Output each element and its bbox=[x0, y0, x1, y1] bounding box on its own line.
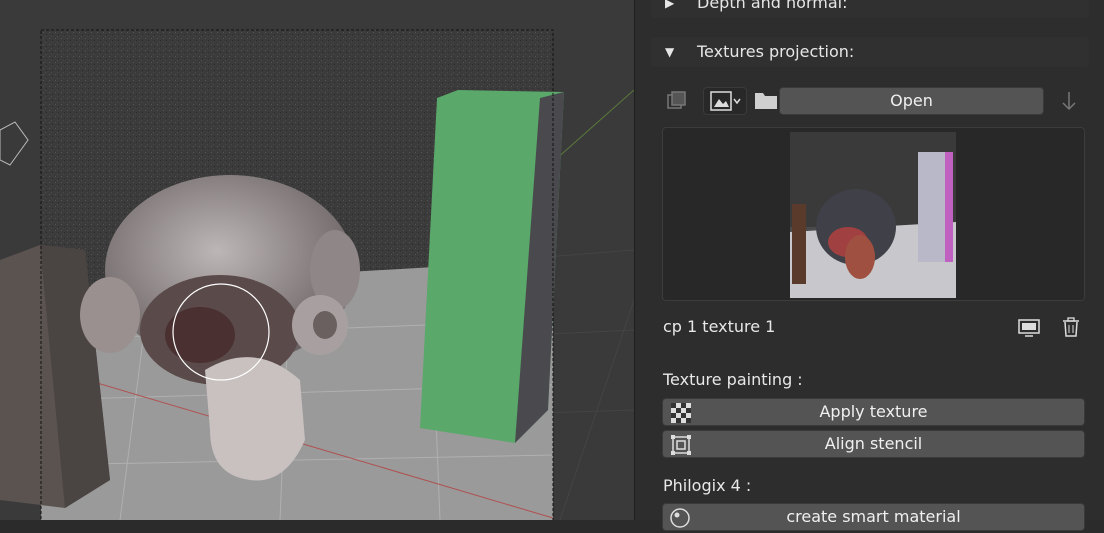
align-stencil-label: Align stencil bbox=[824, 434, 923, 453]
align-stencil-button[interactable]: Align stencil bbox=[662, 430, 1085, 458]
3d-viewport[interactable] bbox=[0, 0, 634, 520]
stencil-icon bbox=[671, 435, 691, 459]
texture-preview-box bbox=[662, 127, 1085, 301]
texture-preview-image[interactable] bbox=[790, 132, 956, 298]
image-type-icon bbox=[710, 91, 744, 115]
section-title: Depth and normal: bbox=[697, 0, 848, 12]
apply-texture-label: Apply texture bbox=[819, 402, 928, 421]
folder-icon[interactable] bbox=[753, 89, 779, 115]
copy-icon[interactable] bbox=[665, 89, 689, 117]
display-icon[interactable] bbox=[1017, 317, 1041, 343]
texture-painting-heading: Texture painting : bbox=[663, 370, 803, 389]
open-button[interactable]: Open bbox=[779, 87, 1044, 115]
collapse-triangle: ▼ bbox=[665, 45, 675, 59]
section-title: Textures projection: bbox=[697, 42, 855, 61]
textures-projection-section-header[interactable]: ▼ Textures projection: bbox=[651, 37, 1089, 67]
philogix-heading: Philogix 4 : bbox=[663, 476, 752, 495]
viewport-scene bbox=[0, 29, 634, 520]
depth-normal-section-header[interactable]: ▶ Depth and normal: bbox=[651, 0, 1089, 18]
create-smart-material-label: create smart material bbox=[786, 507, 961, 526]
down-arrow-icon[interactable] bbox=[1059, 90, 1079, 116]
image-type-dropdown[interactable] bbox=[703, 87, 747, 115]
checker-icon bbox=[671, 403, 691, 427]
trash-icon[interactable] bbox=[1060, 316, 1082, 342]
create-smart-material-button[interactable]: create smart material bbox=[662, 503, 1085, 531]
texture-name: cp 1 texture 1 bbox=[663, 317, 776, 336]
material-ball-icon bbox=[669, 507, 691, 533]
expand-triangle: ▶ bbox=[665, 0, 675, 10]
apply-texture-button[interactable]: Apply texture bbox=[662, 398, 1085, 426]
open-label: Open bbox=[890, 91, 933, 110]
properties-panel: ▶ Depth and normal: ▼ Textures projectio… bbox=[634, 0, 1104, 531]
